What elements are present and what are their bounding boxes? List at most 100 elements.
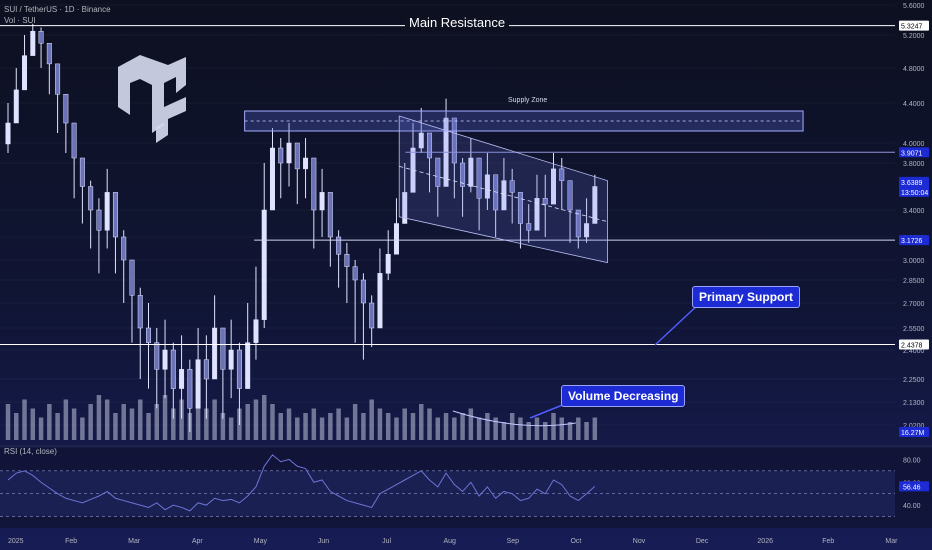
volume-bar [576,417,581,440]
support-label-pointer [654,302,701,346]
candle-body [170,349,176,389]
x-tick-label: Jun [318,538,329,545]
volume-bar [534,417,540,440]
candle-body [96,209,102,231]
candle-body [245,342,251,389]
candle-body [195,359,201,409]
x-tick-label: Feb [822,538,834,545]
candle-body [79,157,85,187]
volume-bar [443,413,449,440]
candle-body [327,192,333,238]
volume-bar [295,417,300,440]
volume-bar [377,408,383,440]
y-tick-label: 5.2000 [903,33,925,40]
candle-body [269,147,275,211]
volume-decreasing-label: Volume Decreasing [561,385,686,407]
candle-body [55,63,61,95]
x-tick-label: 2025 [8,538,24,545]
primary-support-label: Primary Support [692,286,801,308]
volume-bar [336,408,341,440]
tc-logo-icon [118,55,186,143]
candle-body [46,43,52,65]
volume-bar [212,399,217,440]
volume-bar [278,413,283,440]
volume-bar [460,413,465,440]
candle-body [303,157,309,170]
candle-body [344,254,350,267]
candle-body [369,302,375,329]
volume-header: Vol · SUI [4,16,36,25]
volume-bar [311,408,317,440]
y-tick-label: 4.4000 [903,101,925,108]
volume-bar [303,413,308,440]
x-tick-label: Sep [507,538,520,545]
candle-body [30,31,36,56]
supply-zone-label: Supply Zone [508,97,548,104]
candle-body [393,223,399,255]
y-tick-label: 4.8000 [903,66,925,73]
volume-bar [30,408,36,440]
price-label: 3.1726 [901,238,923,245]
candle-body [319,192,325,211]
candle-body [112,192,118,238]
candle-body [236,349,242,389]
volume-bar [352,404,358,440]
volume-bar [121,404,126,440]
volume-bar [146,413,151,440]
volume-bar [385,413,391,440]
main-resistance-label: Main Resistance [405,15,510,30]
y-tick-label: 2.1300 [903,400,925,407]
candle-body [187,369,193,409]
volume-bar [47,404,52,440]
price-label: 3.6389 [901,180,923,187]
volume-bar [63,399,69,440]
volume-bar [286,408,292,440]
y-tick-label: 3.0000 [903,258,925,265]
volume-bar [96,395,102,440]
candle-body [212,327,218,380]
candle-body [385,254,391,274]
candle-body [104,192,110,231]
x-tick-label: Feb [65,538,77,545]
volume-bar [501,422,507,440]
candle-body [146,327,151,343]
candle-body [13,89,19,124]
volume-bar [509,413,515,440]
price-label: 16.27M [901,430,925,437]
y-tick-label: 3.8000 [903,161,925,168]
volume-bar [402,408,407,440]
volume-bar [468,408,474,440]
candle-body [352,266,358,281]
volume-bar [129,408,135,440]
volume-bar [88,404,93,440]
volume-bar [319,417,325,440]
candle-body [336,236,342,255]
candle-body [228,349,234,370]
volume-bar [138,399,143,440]
candle-body [154,342,160,370]
volume-bar [71,408,77,440]
y-tick-label: 4.0000 [903,141,925,148]
x-tick-label: 2026 [757,538,773,545]
volume-bar [162,395,168,440]
rsi-value-label: 56.46 [903,484,921,491]
y-tick-label: 2.2500 [903,377,925,384]
volume-bar [38,417,44,440]
candle-body [179,369,185,389]
price-label: 5.3247 [901,24,923,31]
rsi-pane [0,445,932,528]
volume-bar [195,404,201,440]
volume-bar [584,422,589,440]
volume-bar [394,417,399,440]
candle-body [294,142,300,170]
volume-bar [328,413,333,440]
volume-bar [518,417,523,440]
price-label: 3.9071 [901,150,923,157]
candle-body [203,359,209,380]
x-tick-label: Oct [570,538,581,545]
candle-body [162,349,168,370]
candle-body [137,295,143,329]
volume-bar [485,413,490,440]
candle-body [286,142,292,164]
x-tick-label: Nov [633,538,646,545]
